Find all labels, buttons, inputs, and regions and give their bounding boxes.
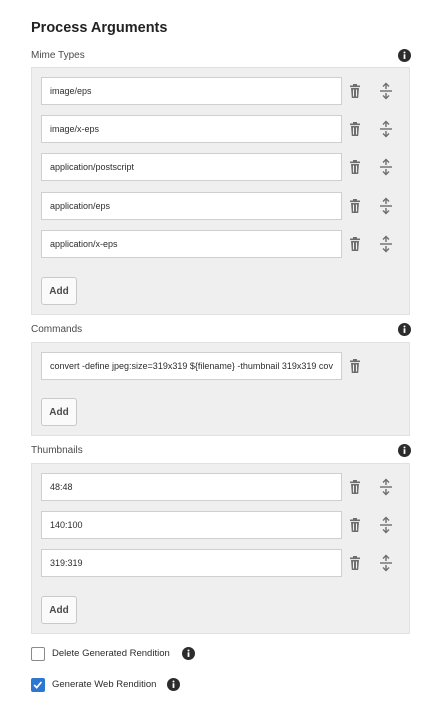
thumbnail-field[interactable]	[41, 511, 342, 539]
thumbnail-row	[41, 511, 406, 539]
move-icon[interactable]	[378, 554, 394, 572]
commands-label: Commands	[31, 324, 83, 335]
trash-icon[interactable]	[347, 121, 363, 137]
page-title: Process Arguments	[31, 20, 168, 36]
move-icon[interactable]	[378, 197, 394, 215]
delete-generated-rendition-checkbox[interactable]	[31, 647, 45, 661]
mime-type-field[interactable]	[41, 153, 342, 181]
trash-icon[interactable]	[347, 479, 363, 495]
mime-type-field[interactable]	[41, 77, 342, 105]
info-icon[interactable]	[398, 49, 411, 62]
checkmark-icon	[33, 681, 43, 689]
mime-type-row	[41, 153, 406, 181]
mime-type-row	[41, 77, 406, 105]
move-icon[interactable]	[378, 235, 394, 253]
trash-icon[interactable]	[347, 555, 363, 571]
mime-type-row	[41, 115, 406, 143]
move-icon[interactable]	[378, 158, 394, 176]
thumbnails-panel: Add	[31, 463, 410, 634]
command-field[interactable]	[41, 352, 342, 380]
mime-type-field[interactable]	[41, 115, 342, 143]
move-icon[interactable]	[378, 82, 394, 100]
trash-icon[interactable]	[347, 198, 363, 214]
trash-icon[interactable]	[347, 159, 363, 175]
info-icon[interactable]	[398, 444, 411, 457]
move-icon[interactable]	[378, 516, 394, 534]
mime-type-row	[41, 230, 406, 258]
command-row	[41, 352, 406, 380]
mime-type-field[interactable]	[41, 192, 342, 220]
commands-panel: Add	[31, 342, 410, 436]
trash-icon[interactable]	[347, 236, 363, 252]
generate-web-rendition-label: Generate Web Rendition	[52, 679, 157, 690]
thumbnail-row	[41, 473, 406, 501]
add-thumbnail-button[interactable]: Add	[41, 596, 77, 624]
thumbnail-row	[41, 549, 406, 577]
mime-types-panel: Add	[31, 67, 410, 315]
mime-types-label: Mime Types	[31, 50, 85, 61]
thumbnails-label: Thumbnails	[31, 445, 83, 456]
move-icon[interactable]	[378, 478, 394, 496]
generate-web-rendition-checkbox[interactable]	[31, 678, 45, 692]
info-icon[interactable]	[167, 678, 180, 691]
thumbnail-field[interactable]	[41, 473, 342, 501]
thumbnail-field[interactable]	[41, 549, 342, 577]
trash-icon[interactable]	[347, 517, 363, 533]
trash-icon[interactable]	[347, 83, 363, 99]
info-icon[interactable]	[398, 323, 411, 336]
move-icon[interactable]	[378, 120, 394, 138]
trash-icon[interactable]	[347, 358, 363, 374]
add-command-button[interactable]: Add	[41, 398, 77, 426]
info-icon[interactable]	[182, 647, 195, 660]
delete-generated-rendition-label: Delete Generated Rendition	[52, 648, 170, 659]
mime-type-field[interactable]	[41, 230, 342, 258]
add-mime-type-button[interactable]: Add	[41, 277, 77, 305]
mime-type-row	[41, 192, 406, 220]
